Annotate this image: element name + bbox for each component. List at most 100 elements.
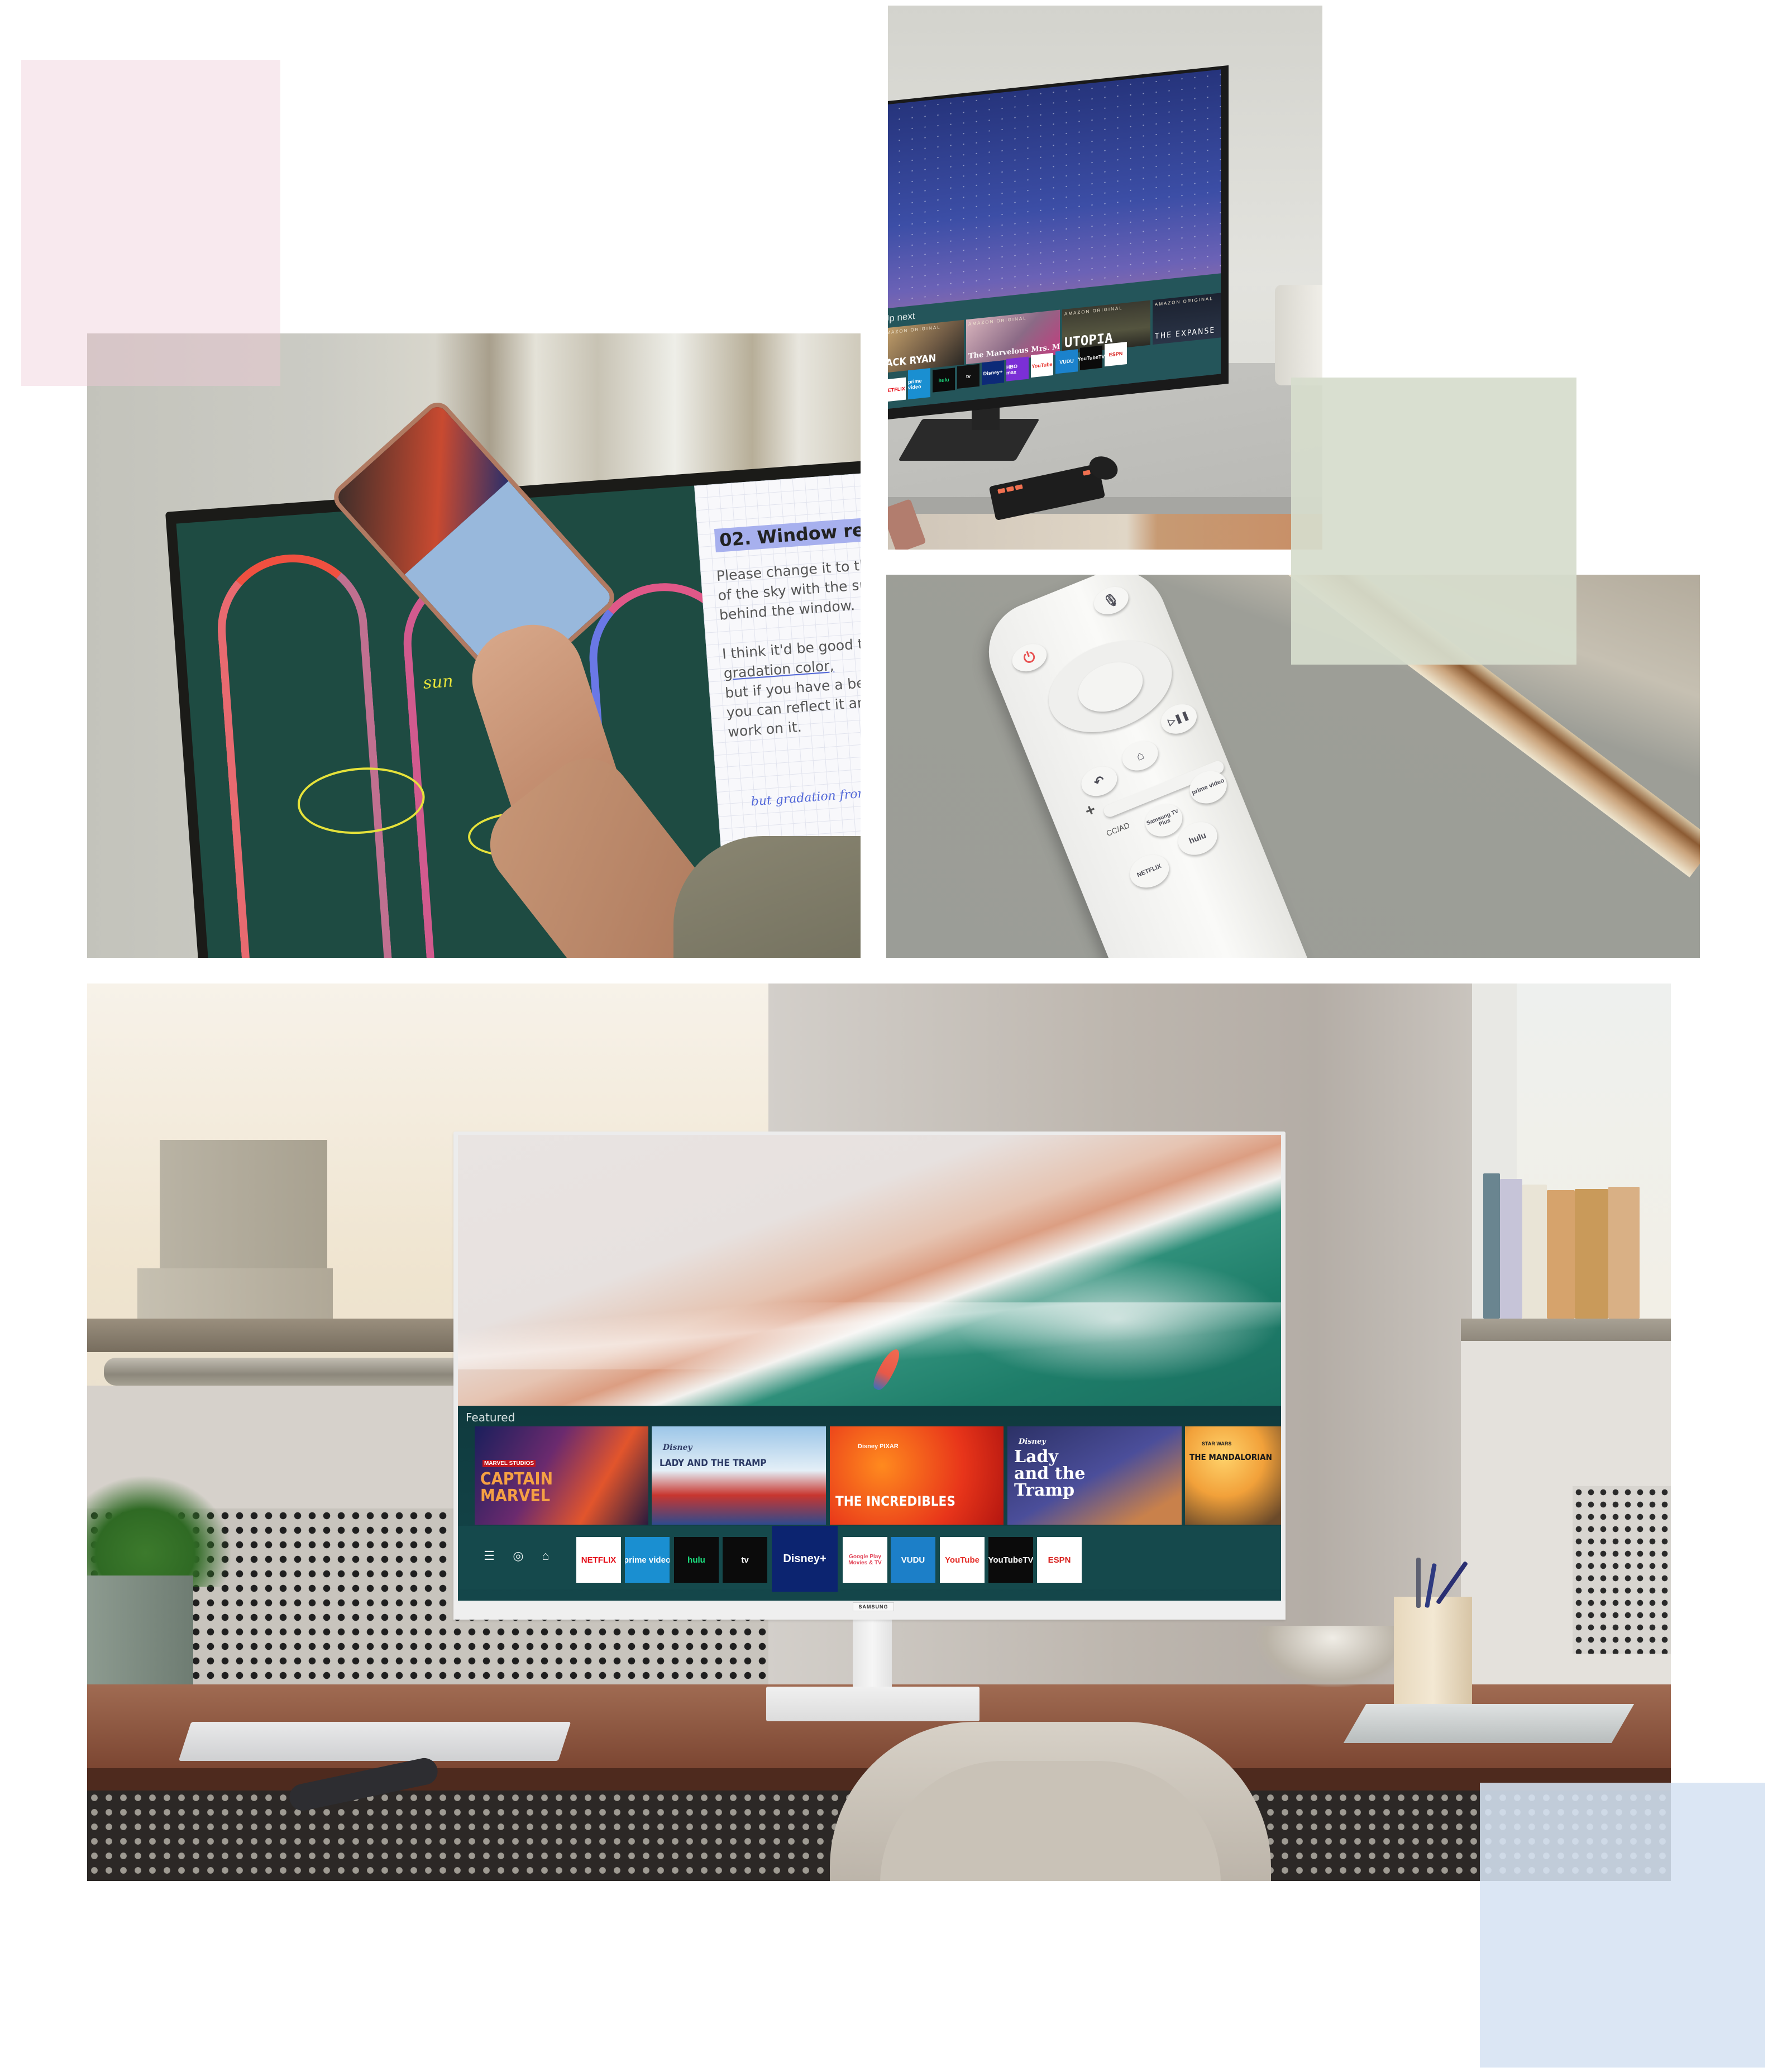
keyboard-key — [1006, 486, 1015, 492]
app-label: NETFLIX — [581, 1555, 617, 1565]
poster-tile[interactable]: AMAZON ORIGINAL JACK RYAN — [888, 319, 964, 374]
cc-ad-label: CC/AD — [1105, 820, 1131, 838]
app-tile-hulu[interactable]: hulu — [674, 1537, 719, 1583]
poster-title: THE INCREDIBLES — [835, 1493, 955, 1509]
app-tile-hbo-max[interactable]: HBO max — [1006, 356, 1029, 381]
poster-mandalorian[interactable]: STAR WARS THE MANDALORIAN — [1185, 1426, 1281, 1525]
poster-lady-tramp-animated[interactable]: Disney Lady and the Tramp — [1007, 1426, 1182, 1525]
app-tile-youtubetv[interactable]: YouTubeTV — [1078, 345, 1105, 370]
desk-edge — [888, 497, 1322, 514]
poster-captain-marvel[interactable]: MARVEL STUDIOS CAPTAIN MARVEL — [475, 1426, 648, 1525]
poster-studio: MARVEL STUDIOS — [482, 1460, 536, 1467]
app-label: ESPN — [1108, 350, 1123, 358]
speaker — [1275, 285, 1322, 385]
photo-phone-tap-monitor: sun 02. Window retouch Please change it … — [87, 333, 861, 958]
app-tile-prime-video[interactable]: prime video — [625, 1537, 670, 1583]
home-icon[interactable]: ⌂ — [539, 1548, 552, 1564]
pink-square-overlap — [87, 333, 280, 386]
poster-title: JACK RYAN — [888, 352, 936, 370]
sketch-label: sun — [422, 671, 454, 693]
poster-title: LADY AND THE TRAMP — [660, 1458, 767, 1469]
app-label: tv — [966, 373, 971, 380]
smart-hub-screen: Featured MARVEL STUDIOS CAPTAIN MARVEL D… — [458, 1135, 1281, 1601]
book — [1575, 1189, 1608, 1319]
app-tile-vudu[interactable]: VUDU — [891, 1537, 935, 1583]
app-label: YouTubeTV — [988, 1555, 1033, 1565]
app-tile-hulu[interactable]: hulu — [933, 367, 955, 393]
home-icon[interactable]: ⌂ — [1117, 736, 1163, 776]
document-line: I think it'd be good to have a — [722, 631, 861, 662]
keyboard-key — [1015, 484, 1023, 490]
poster-studio: Disney — [1019, 1438, 1046, 1446]
poster-studio: STAR WARS — [1202, 1441, 1232, 1446]
app-label: HBO max — [1006, 363, 1017, 376]
app-label: Disney+ — [983, 369, 1003, 377]
app-tile-prime-video[interactable]: prime video — [908, 368, 930, 400]
document-title: 02. Window retouch — [714, 513, 861, 552]
rug — [888, 514, 1322, 550]
handwritten-note: but gradation from blue to — [750, 783, 861, 809]
app-label: tv — [741, 1555, 749, 1565]
pen — [1416, 1558, 1421, 1608]
arch-drawing — [212, 549, 399, 958]
app-tile-youtube[interactable]: YouTube — [1031, 352, 1053, 378]
box — [160, 1140, 327, 1268]
app-tile-google-play-movies-tv[interactable]: Google Play Movies & TV — [843, 1537, 887, 1583]
app-tile-youtubetv[interactable]: YouTubeTV — [988, 1537, 1033, 1583]
poster-title: THE MANDALORIAN — [1189, 1452, 1272, 1462]
book — [1608, 1187, 1640, 1319]
photo-black-monitor-desk: Up next AMAZON ORIGINAL JACK RYAN AMAZON… — [888, 6, 1322, 550]
box — [137, 1268, 333, 1319]
app-label: VUDU — [901, 1555, 925, 1565]
ambient-icon[interactable]: ◎ — [512, 1548, 525, 1564]
app-label: YouTube — [1031, 361, 1053, 369]
back-icon[interactable]: ↶ — [1077, 761, 1122, 801]
netflix-button[interactable]: NETFLIX — [1125, 849, 1174, 894]
book — [1547, 1190, 1575, 1319]
monitor-stand-base — [898, 419, 1040, 461]
keyboard-key — [997, 488, 1006, 494]
poster-studio: Disney — [663, 1443, 692, 1452]
app-tile-espn[interactable]: ESPN — [1037, 1537, 1082, 1583]
pen-holder — [1394, 1558, 1472, 1708]
microphone-icon[interactable]: 🎙 — [1090, 582, 1133, 619]
poster-tile[interactable]: AMAZON ORIGINAL THE EXPANSE — [1153, 293, 1221, 345]
volume-plus-label: + — [1082, 800, 1098, 821]
app-label: prime video — [908, 378, 922, 391]
poster-title: Lady and the Tramp — [1014, 1447, 1086, 1500]
app-tile-netflix[interactable]: NETFLIX — [888, 377, 906, 402]
app-tile-vudu[interactable]: VUDU — [1055, 349, 1078, 374]
app-tile-espn[interactable]: ESPN — [1105, 342, 1127, 367]
poster-the-incredibles[interactable]: Disney PIXAR THE INCREDIBLES — [830, 1426, 1004, 1525]
app-tile-youtube[interactable]: YouTube — [940, 1537, 985, 1583]
app-tile-disney[interactable]: Disney+ — [772, 1526, 838, 1592]
notebooks — [1343, 1704, 1635, 1743]
row-label: Featured — [466, 1411, 515, 1424]
app-tile-tv[interactable]: tv — [723, 1537, 767, 1583]
app-tile-netflix[interactable]: NETFLIX — [576, 1537, 621, 1583]
document-line: work on it. — [727, 718, 802, 741]
poster-lady-tramp-live[interactable]: Disney LADY AND THE TRAMP — [652, 1426, 826, 1525]
books — [1483, 1168, 1651, 1319]
book — [1522, 1185, 1547, 1319]
poster-title: CAPTAIN MARVEL — [480, 1469, 553, 1506]
app-label: NETFLIX — [888, 385, 905, 394]
app-tile-tv[interactable]: tv — [957, 364, 979, 389]
app-tile-disney[interactable]: Disney+ — [982, 360, 1004, 385]
smart-hub-screen: Up next AMAZON ORIGINAL JACK RYAN AMAZON… — [888, 69, 1221, 410]
book — [1483, 1173, 1500, 1319]
green-decorative-square — [1291, 378, 1576, 665]
monitor-stand-neck — [853, 1620, 892, 1687]
book — [1500, 1179, 1522, 1319]
laptop — [178, 1722, 571, 1761]
wave-foam — [458, 1302, 1281, 1369]
play-pause-icon[interactable]: ▷❚❚ — [1157, 699, 1201, 739]
storage-boxes — [137, 1140, 333, 1319]
menu-icon[interactable]: ☰ — [482, 1548, 496, 1564]
app-label: Google Play Movies & TV — [848, 1554, 882, 1566]
app-label: hulu — [687, 1555, 705, 1565]
app-label: prime video — [625, 1555, 670, 1565]
app-label: ESPN — [1048, 1555, 1071, 1565]
remote-control: ⏻ 🎙 ↶ ⌂ ▷❚❚ + CC/AD Samsung TV Plus prim… — [973, 575, 1333, 958]
power-icon[interactable]: ⏻ — [1008, 639, 1051, 676]
